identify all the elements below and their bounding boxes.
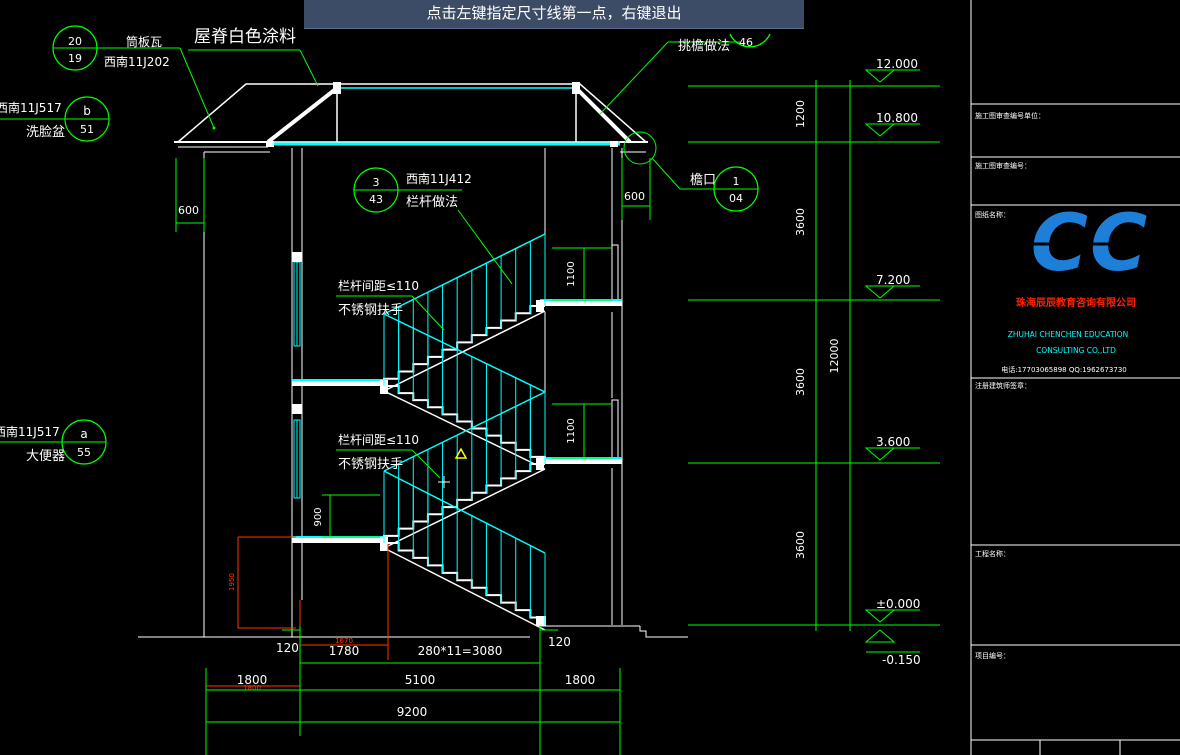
railing-4 bbox=[383, 233, 546, 386]
rail-callout: 3 43 西南11J412 栏杆做法 bbox=[353, 167, 513, 285]
dim-rail-1100-upper: 1100 bbox=[552, 247, 612, 301]
toilet-bubble-top: a bbox=[80, 427, 87, 441]
title-row-5: 工程名称： bbox=[975, 549, 1010, 558]
dim-5100-text: 5100 bbox=[405, 673, 436, 687]
rail-note-lower: 栏杆间距≤110 不锈钢扶手 bbox=[336, 432, 441, 479]
sink-ref: 西南11J517 bbox=[0, 100, 62, 115]
eave-mouth-bubble-bottom: 04 bbox=[729, 192, 743, 205]
dim-rail-900: 900 bbox=[313, 494, 380, 538]
dim-steps-text: 280*11=3080 bbox=[418, 644, 503, 658]
sink-label: 洗脸盆 bbox=[26, 125, 65, 140]
window-right bbox=[611, 244, 619, 461]
dim-v-3600-a: 3600 bbox=[794, 208, 807, 236]
dim-red-1950-text: 1950 bbox=[228, 573, 236, 591]
window-left-lower bbox=[292, 404, 302, 499]
title-row-1: 施工图审查编号单位： bbox=[975, 111, 1045, 120]
rail-bubble-bottom: 43 bbox=[369, 193, 383, 206]
title-block: 施工图审查编号单位： 施工图审查编号： 图纸名称： 注册建筑师签章： 工程名称：… bbox=[970, 0, 1180, 755]
rail-spacing-2: 栏杆间距≤110 bbox=[338, 432, 419, 447]
rail-handrail-1: 不锈钢扶手 bbox=[338, 303, 403, 318]
window-left-upper bbox=[292, 252, 302, 347]
eave-method-label: 挑檐做法 bbox=[678, 39, 730, 54]
company-logo: CC bbox=[1008, 199, 1168, 289]
toilet-label: 大便器 bbox=[26, 449, 65, 464]
title-row-3: 图纸名称： bbox=[975, 210, 1010, 219]
rail-spacing-1: 栏杆间距≤110 bbox=[338, 278, 419, 293]
elevation-marker: 10.800 bbox=[864, 111, 920, 137]
dim-red-1670: 1670 bbox=[299, 544, 389, 660]
roof-paint-label: 屋脊白色涂料 bbox=[194, 27, 296, 47]
tile-bubble-bottom: 19 bbox=[68, 52, 82, 65]
stair-flight-2 bbox=[383, 463, 546, 549]
sink-bubble-bottom: 51 bbox=[80, 123, 94, 136]
company-name-cn: 珠海辰辰教育咨询有限公司 bbox=[1016, 296, 1136, 309]
railing-2 bbox=[383, 391, 546, 543]
dim-120-right-text: 120 bbox=[548, 635, 571, 649]
dim-rail-1100-lower: 1100 bbox=[552, 403, 612, 459]
eave-mouth-label: 檐口 bbox=[690, 173, 716, 188]
toilet-callout: a 55 西南11J517 大便器 bbox=[0, 419, 107, 465]
dim-1800-left-text: 1800 bbox=[237, 673, 268, 687]
vertical-dimensions bbox=[688, 80, 940, 631]
dim-rail-900-text: 900 bbox=[313, 507, 324, 526]
elevation-marker: ±0.000 bbox=[864, 597, 920, 623]
dim-600-left: 600 bbox=[175, 158, 205, 232]
title-row-6: 项目编号： bbox=[975, 651, 1010, 660]
toilet-ref: 西南11J517 bbox=[0, 424, 60, 439]
rail-handrail-2: 不锈钢扶手 bbox=[338, 457, 403, 472]
tile-bubble-top: 20 bbox=[68, 35, 82, 48]
roof-paint-callout: 屋脊白色涂料 bbox=[188, 27, 319, 87]
stair-flights bbox=[383, 305, 546, 631]
elevation-label: 7.200 bbox=[876, 273, 910, 287]
dim-1780-text: 1780 bbox=[329, 644, 360, 658]
dim-v-1200: 1200 bbox=[794, 100, 807, 128]
tile-label: 筒板瓦 bbox=[126, 34, 162, 49]
title-row-2: 施工图审查编号： bbox=[975, 161, 1031, 170]
dim-600-right: 600 bbox=[621, 158, 651, 220]
company-contact: 电话:17703065898 QQ:1962673730 bbox=[1001, 365, 1127, 374]
dim-600-left-text: 600 bbox=[178, 204, 199, 217]
elevation-label: 12.000 bbox=[876, 57, 918, 71]
dim-v-3600-c: 3600 bbox=[794, 531, 807, 559]
elevation-marker: 7.200 bbox=[864, 273, 920, 299]
toilet-bubble-bottom: 55 bbox=[77, 446, 91, 459]
dim-v-3600-b: 3600 bbox=[794, 368, 807, 396]
tile-ref: 西南11J202 bbox=[104, 54, 170, 69]
cad-drawing-canvas[interactable]: 20 19 筒板瓦 西南11J202 屋脊白色涂料 b 51 西南11J517 … bbox=[0, 0, 1180, 755]
dim-120-left-text: 120 bbox=[276, 641, 299, 655]
elevation-label: 10.800 bbox=[876, 111, 918, 125]
sink-bubble-top: b bbox=[83, 104, 91, 118]
elevation-label: ±0.000 bbox=[876, 597, 920, 611]
rail-bubble-top: 3 bbox=[373, 176, 380, 189]
stair-flight-4 bbox=[383, 305, 546, 392]
command-prompt-bar: 点击左键指定尺寸线第一点，右键退出 bbox=[304, 0, 804, 29]
tile-callout: 20 19 筒板瓦 西南11J202 bbox=[52, 25, 216, 130]
elevation-markers: 12.000 10.800 7.200 3.600 ±0.000 -0.150 bbox=[864, 57, 921, 667]
dim-rail-1100-upper-text: 1100 bbox=[566, 261, 577, 286]
dim-9200-text: 9200 bbox=[397, 705, 428, 719]
dim-red-1950: 1950 bbox=[228, 536, 296, 629]
elevation-label: 3.600 bbox=[876, 435, 910, 449]
stair-flight-1 bbox=[383, 542, 546, 631]
roof bbox=[174, 82, 648, 148]
elevation-marker: 3.600 bbox=[864, 435, 920, 461]
elevation-marker: -0.150 bbox=[864, 629, 921, 667]
dim-rail-1100-lower-text: 1100 bbox=[566, 418, 577, 443]
eave-bubble-bottom: 46 bbox=[739, 36, 753, 49]
dim-v-12000: 12000 bbox=[828, 339, 841, 374]
eave-mouth-bubble-top: 1 bbox=[733, 175, 740, 188]
company-name-en-1: ZHUHAI CHENCHEN EDUCATION bbox=[1008, 330, 1129, 339]
dim-1800-right-text: 1800 bbox=[565, 673, 596, 687]
title-row-4: 注册建筑师签章： bbox=[975, 381, 1031, 390]
dim-600-right-text: 600 bbox=[624, 190, 645, 203]
company-name-en-2: CONSULTING CO.,LTD bbox=[1036, 346, 1116, 355]
rail-method: 栏杆做法 bbox=[406, 195, 458, 210]
sink-callout: b 51 西南11J517 洗脸盆 bbox=[0, 96, 110, 142]
rail-ref: 西南11J412 bbox=[406, 171, 472, 186]
elevation-marker: 12.000 bbox=[864, 57, 920, 83]
railing-1 bbox=[383, 470, 546, 625]
elevation-label: -0.150 bbox=[882, 653, 921, 667]
eave-method-callout: 挑檐做法 46 bbox=[599, 33, 771, 115]
